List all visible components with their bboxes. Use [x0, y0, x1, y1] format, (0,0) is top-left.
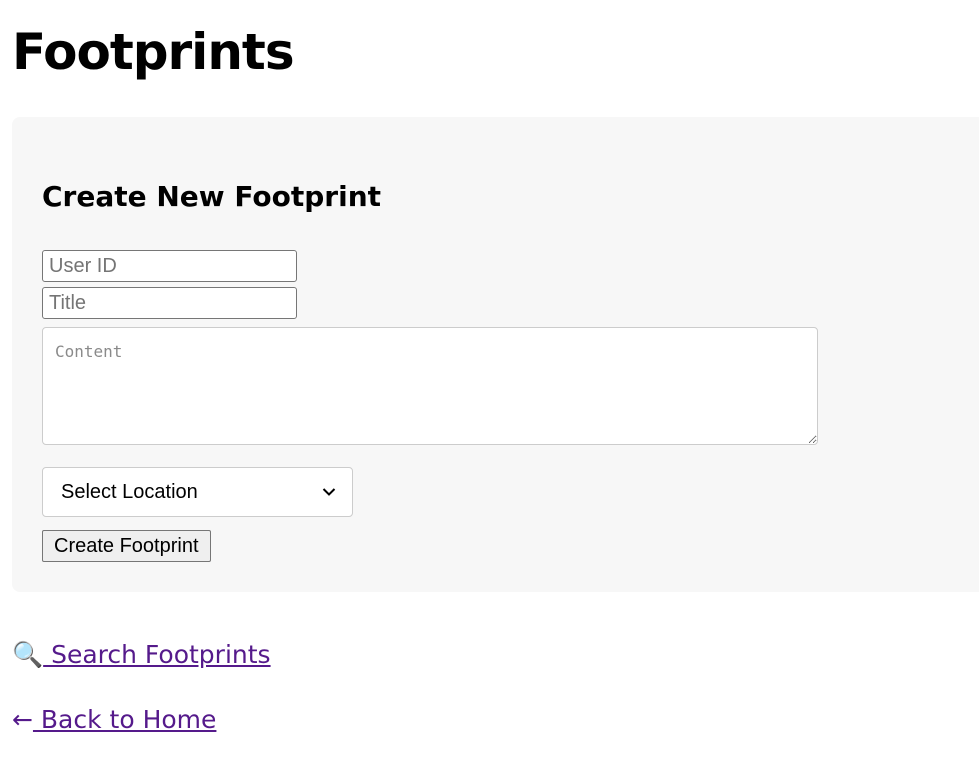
back-to-home-link[interactable]: ← Back to Home	[12, 703, 216, 737]
location-select[interactable]: Select Location	[42, 467, 353, 517]
page-title: Footprints	[12, 23, 295, 81]
content-textarea[interactable]	[42, 327, 818, 445]
create-footprint-button[interactable]: Create Footprint	[42, 530, 211, 562]
search-link-label: Search Footprints	[43, 640, 271, 669]
location-select-value: Select Location	[61, 480, 198, 503]
title-input[interactable]	[42, 287, 297, 319]
arrow-left-icon: ←	[12, 705, 33, 734]
user-id-input[interactable]	[42, 250, 297, 282]
home-link-label: Back to Home	[32, 705, 217, 734]
chevron-down-icon	[322, 488, 336, 496]
search-footprints-link[interactable]: 🔍 Search Footprints	[12, 638, 271, 672]
form-heading: Create New Footprint	[42, 180, 382, 213]
create-footprint-card: Create New Footprint Select Location Cre…	[12, 117, 979, 592]
search-icon: 🔍	[12, 640, 44, 669]
